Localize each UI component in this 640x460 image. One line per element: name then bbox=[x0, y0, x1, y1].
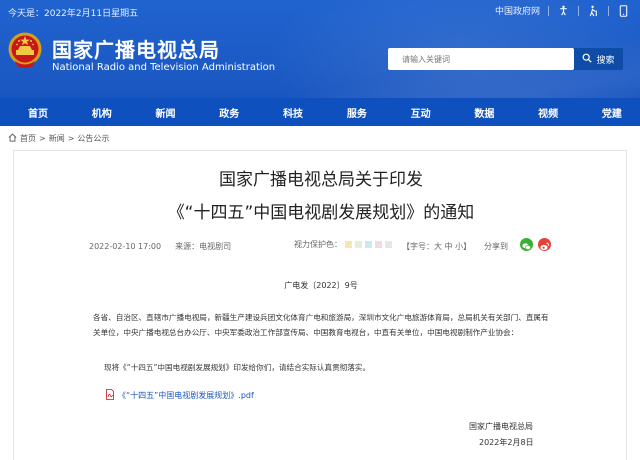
search-button-label: 搜索 bbox=[596, 55, 615, 66]
nav-government-affairs[interactable]: 政务 bbox=[219, 105, 239, 120]
search-icon bbox=[582, 53, 593, 66]
topbar-links: 中国政府网 bbox=[495, 4, 630, 17]
attachment-link[interactable]: 《“十四五”中国电视剧发展规划》.pdf bbox=[105, 389, 254, 402]
pdf-icon bbox=[105, 389, 115, 402]
weibo-icon[interactable] bbox=[538, 238, 551, 251]
main-nav: 首页 机构 新闻 政务 科技 服务 互动 数据 视频 党建 bbox=[0, 98, 640, 126]
eye-color-swatch[interactable] bbox=[375, 241, 382, 248]
document-number: 广电发〔2022〕9号 bbox=[284, 281, 358, 290]
national-emblem bbox=[7, 31, 43, 69]
article-title-line2: 《“十四五”中国电视剧发展规划》的通知 bbox=[167, 203, 475, 223]
gov-site-link[interactable]: 中国政府网 bbox=[495, 4, 540, 17]
mobile-icon[interactable] bbox=[617, 4, 630, 17]
eye-protection-colors: 视力保护色： bbox=[294, 239, 392, 250]
nav-technology[interactable]: 科技 bbox=[283, 105, 303, 120]
current-date: 今天是：2022年2月11日星期五 bbox=[8, 9, 139, 19]
eye-color-swatch[interactable] bbox=[345, 241, 352, 248]
article-panel: 国家广播电视总局关于印发 《“十四五”中国电视剧发展规划》的通知 2022-02… bbox=[13, 150, 627, 460]
eye-protection-label: 视力保护色： bbox=[294, 240, 342, 249]
share-label: 分享到 bbox=[484, 242, 508, 251]
divider bbox=[578, 5, 579, 16]
article-source: 来源：电视剧司 bbox=[175, 242, 232, 251]
recipients-paragraph: 各省、自治区、直辖市广播电视局，新疆生产建设兵团文化体育广电和旅游局，深圳市文化… bbox=[93, 313, 549, 337]
search-button[interactable]: 搜索 bbox=[574, 48, 623, 70]
eye-color-swatch[interactable] bbox=[355, 241, 362, 248]
nav-news[interactable]: 新闻 bbox=[156, 105, 176, 120]
body-paragraph: 现将《“十四五”中国电视剧发展规划》印发给你们，请结合实际认真贯彻落实。 bbox=[104, 363, 371, 372]
article-title-line1: 国家广播电视总局关于印发 bbox=[219, 170, 423, 190]
breadcrumb: 首页 > 新闻 > 公告公示 bbox=[8, 133, 109, 144]
search-input[interactable] bbox=[388, 48, 574, 70]
home-icon bbox=[8, 133, 17, 144]
site-title-en: National Radio and Television Administra… bbox=[52, 62, 276, 73]
site-title-cn[interactable]: 国家广播电视总局 bbox=[52, 34, 220, 63]
nav-institutions[interactable]: 机构 bbox=[92, 105, 112, 120]
nav-services[interactable]: 服务 bbox=[347, 105, 367, 120]
divider bbox=[608, 5, 609, 16]
nav-home[interactable]: 首页 bbox=[28, 105, 48, 120]
breadcrumb-home[interactable]: 首页 bbox=[20, 133, 36, 144]
nav-interaction[interactable]: 互动 bbox=[411, 105, 431, 120]
signature-date: 2022年2月8日 bbox=[479, 438, 534, 447]
eye-color-swatch[interactable] bbox=[385, 241, 392, 248]
article-meta: 2022-02-10 17:00 来源：电视剧司 bbox=[89, 241, 231, 252]
nav-party-building[interactable]: 党建 bbox=[602, 105, 622, 120]
divider bbox=[548, 5, 549, 16]
breadcrumb-news[interactable]: 新闻 bbox=[49, 133, 65, 144]
nav-video[interactable]: 视频 bbox=[538, 105, 558, 120]
signature-org: 国家广播电视总局 bbox=[469, 422, 533, 431]
wechat-icon[interactable] bbox=[520, 238, 533, 251]
nav-data[interactable]: 数据 bbox=[474, 105, 494, 120]
breadcrumb-separator: > bbox=[39, 134, 46, 143]
site-header: 今天是：2022年2月11日星期五 中国政府网 国家广播电视总局 Nationa… bbox=[0, 0, 640, 98]
breadcrumb-separator: > bbox=[67, 134, 75, 143]
accessibility-icon[interactable] bbox=[557, 4, 570, 17]
eye-color-swatch[interactable] bbox=[365, 241, 372, 248]
attachment-filename[interactable]: 《“十四五”中国电视剧发展规划》.pdf bbox=[118, 390, 254, 401]
breadcrumb-current[interactable]: 公告公示 bbox=[77, 133, 109, 144]
font-size-control[interactable]: 【字号：大 中 小】 bbox=[402, 241, 471, 252]
publish-date: 2022-02-10 17:00 bbox=[89, 242, 162, 251]
elder-mode-icon[interactable] bbox=[587, 4, 600, 17]
